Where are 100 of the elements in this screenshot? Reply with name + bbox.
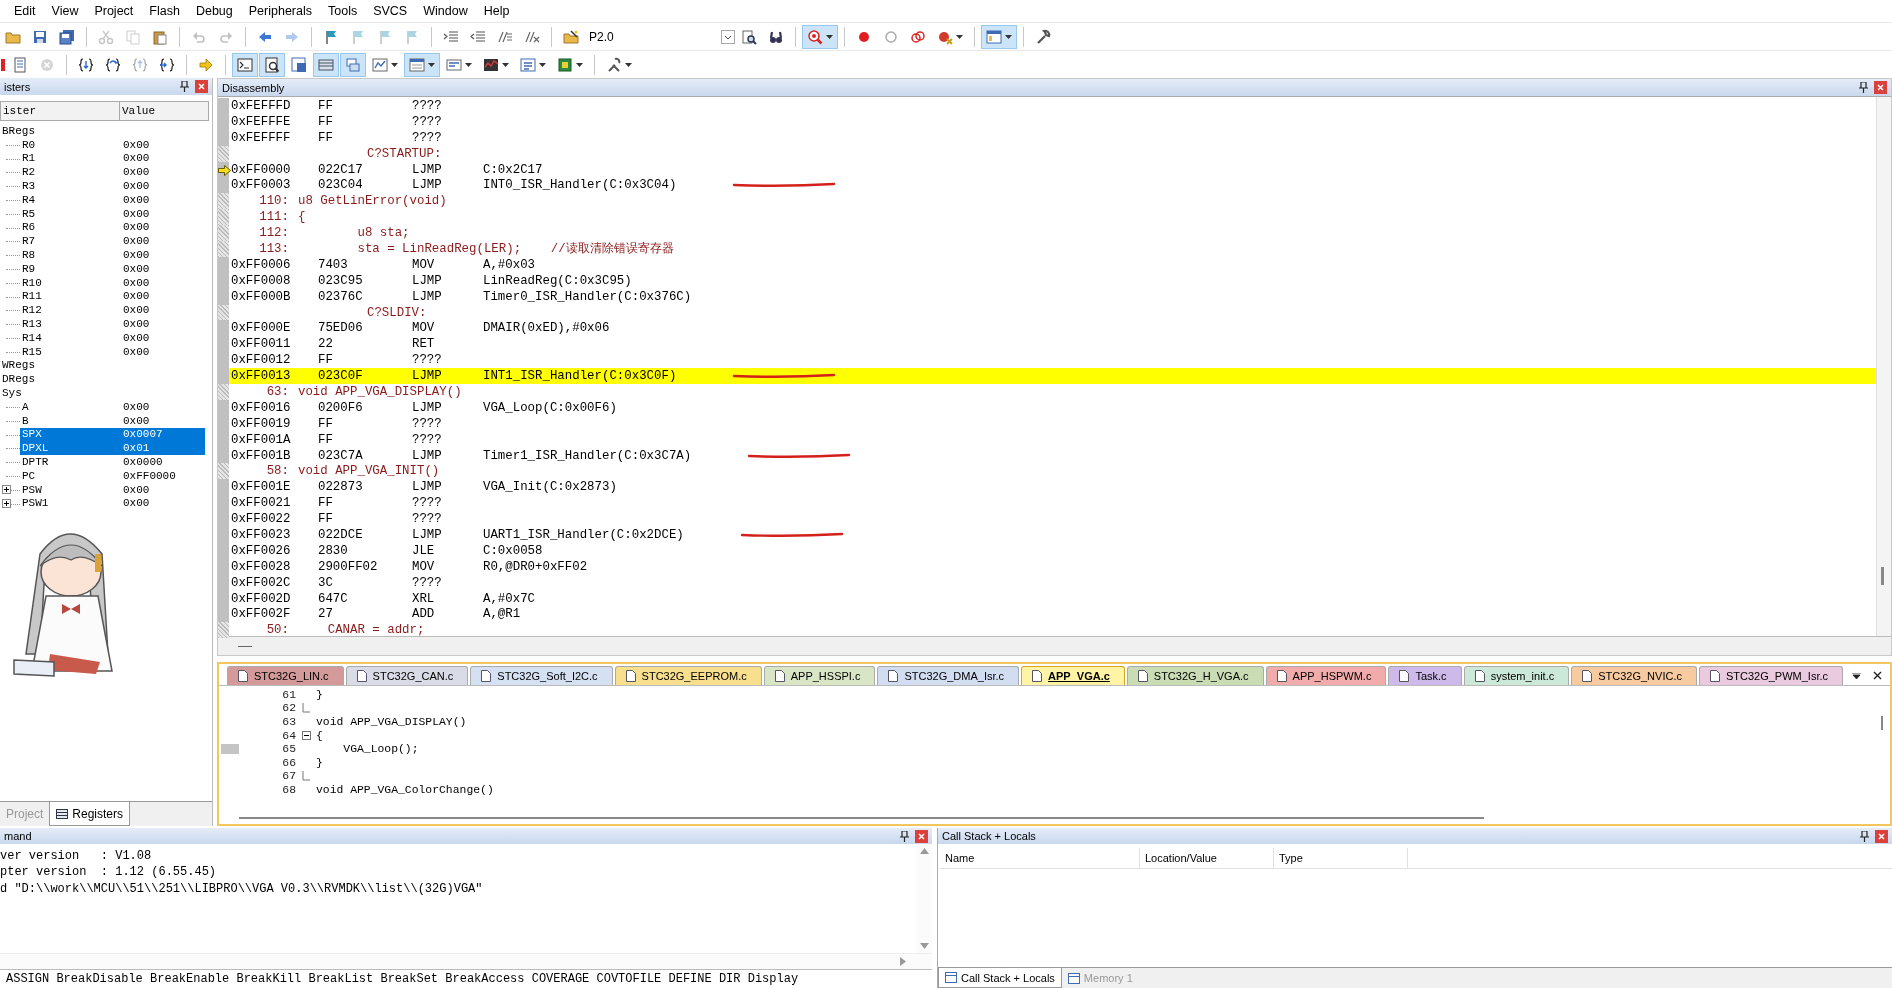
panel-title: Disassembly xyxy=(222,81,286,94)
terminal-icon xyxy=(237,56,253,73)
address: 0xFF0026 xyxy=(231,543,292,558)
grid-button[interactable] xyxy=(404,52,440,77)
register-group[interactable]: BRegs xyxy=(0,124,35,137)
register-value: 0x0000 xyxy=(123,456,163,468)
code-line: void APP_VGA_DISPLAY() xyxy=(316,716,467,728)
mnemonic: ???? xyxy=(412,114,443,129)
file-tab[interactable]: APP_VGA.c xyxy=(1021,666,1125,685)
horizontal-scrollbar[interactable] xyxy=(0,953,932,969)
register-value: 0x00 xyxy=(123,249,150,262)
file-tab[interactable]: APP_HSPWM.c xyxy=(1265,666,1387,685)
scroll-up-icon[interactable] xyxy=(919,848,929,854)
file-tab[interactable]: STC32G_NVIC.c xyxy=(1571,666,1697,685)
source-code: u8 sta; xyxy=(356,226,410,241)
run-arrow-icon xyxy=(198,56,214,73)
register-group[interactable]: Sys xyxy=(0,387,22,400)
dropdown-icon xyxy=(721,29,735,44)
window-icon xyxy=(986,28,1002,45)
expand-icon[interactable] xyxy=(2,498,11,508)
vertical-scrollbar[interactable] xyxy=(916,844,932,953)
address: 0xFF0028 xyxy=(231,559,292,574)
table-button[interactable] xyxy=(313,52,339,77)
register-name: R6 xyxy=(21,221,37,234)
caret-icon xyxy=(391,62,398,67)
save-all-icon xyxy=(59,28,75,45)
source-line-number: 58: xyxy=(265,464,289,479)
chart-icon xyxy=(372,56,388,73)
panel-tab[interactable]: Registers xyxy=(49,802,131,826)
register-group[interactable]: DRegs xyxy=(0,373,35,386)
highlighted-row[interactable]: 0xFF0013 023C0F LJMP INT1_ISR_Handler(C:0x3C0F) xyxy=(218,368,1876,385)
scroll-thumb[interactable] xyxy=(1881,567,1884,585)
grid-icon xyxy=(409,56,425,73)
mnemonic: XRL xyxy=(412,591,436,606)
column-header[interactable]: Type xyxy=(1274,848,1408,868)
pin-icon[interactable] xyxy=(1860,830,1869,842)
selected-row[interactable]: SPX 0x0007 xyxy=(20,427,205,442)
menu-item[interactable]: Peripherals xyxy=(240,4,320,18)
menu-item[interactable]: Project xyxy=(86,4,142,18)
operand: LinReadReg(C:0x3C95) xyxy=(483,273,632,288)
menu-item[interactable]: Help xyxy=(475,4,518,18)
selected-row[interactable]: DPXL 0x01 xyxy=(20,441,205,456)
register-group[interactable]: WRegs xyxy=(0,359,35,372)
vertical-scrollbar[interactable] xyxy=(1876,97,1891,636)
expand-icon[interactable] xyxy=(2,484,11,494)
flag-icon xyxy=(377,28,393,45)
register-value: 0x0007 xyxy=(123,428,163,441)
windows-icon xyxy=(345,56,361,73)
panel-tab[interactable]: Call Stack + Locals xyxy=(938,968,1062,988)
gutter-cell xyxy=(218,463,229,480)
code-line: } xyxy=(316,688,323,701)
file-tab[interactable]: APP_HSSPI.c xyxy=(763,666,876,685)
column-header[interactable]: Name xyxy=(940,848,1140,868)
page-magnifier-button[interactable] xyxy=(259,52,285,77)
scroll-thumb[interactable] xyxy=(239,817,1484,819)
tree-connector xyxy=(6,255,20,257)
register-name: R12 xyxy=(21,304,43,317)
scroll-right-icon[interactable] xyxy=(900,957,906,966)
operand: R0,@DR0+0xFF02 xyxy=(483,559,588,574)
dropdown-icon[interactable] xyxy=(1852,672,1861,679)
source-code: void APP_VGA_INIT() xyxy=(298,464,440,479)
file-tab[interactable]: STC32G_Soft_I2C.c xyxy=(470,666,613,685)
file-tab[interactable]: STC32G_LIN.c xyxy=(227,666,344,685)
scroll-down-icon[interactable] xyxy=(919,943,929,949)
target-select[interactable]: P2.0 xyxy=(585,26,735,47)
file-tab[interactable]: STC32G_CAN.c xyxy=(345,666,469,685)
menu-item[interactable]: Flash xyxy=(141,4,188,18)
address: 0xFF0016 xyxy=(231,400,292,415)
file-icon xyxy=(1137,670,1148,682)
tools-icon xyxy=(606,56,622,73)
magnifier-button[interactable] xyxy=(802,24,838,49)
pin-icon[interactable] xyxy=(180,81,189,92)
pin-icon[interactable] xyxy=(900,830,909,842)
list-icon xyxy=(446,56,462,73)
menu-item[interactable]: Tools xyxy=(320,4,366,18)
menu-item[interactable]: Edit xyxy=(6,4,44,18)
window-button[interactable] xyxy=(981,24,1017,49)
file-tab[interactable]: system_init.c xyxy=(1463,666,1570,685)
column-header[interactable]: Location/Value xyxy=(1140,848,1274,868)
menu-item[interactable]: Window xyxy=(415,4,476,18)
file-tab[interactable]: Task.c xyxy=(1388,666,1462,685)
file-tab[interactable]: STC32G_DMA_Isr.c xyxy=(877,666,1020,685)
menu-item[interactable]: Debug xyxy=(187,4,241,18)
close-icon[interactable] xyxy=(1873,671,1882,680)
table-icon xyxy=(56,808,69,819)
collapse-icon[interactable] xyxy=(301,731,311,741)
caret-icon xyxy=(502,62,509,67)
menu-item[interactable]: SVCS xyxy=(365,4,416,18)
file-tab[interactable]: STC32G_EEPROM.c xyxy=(614,666,762,685)
chip-icon xyxy=(557,56,573,73)
register-value: 0x00 xyxy=(123,166,150,179)
column-header[interactable]: ister xyxy=(1,102,120,120)
file-tab[interactable]: STC32G_H_VGA.c xyxy=(1126,666,1264,685)
menu-item[interactable]: View xyxy=(43,4,87,18)
column-header[interactable]: Value xyxy=(120,102,155,120)
pin-icon[interactable] xyxy=(1859,82,1868,93)
file-tab[interactable]: STC32G_PWM_Isr.c xyxy=(1698,666,1844,685)
windows-button[interactable] xyxy=(340,52,366,77)
tree-connector xyxy=(6,213,20,215)
scroll-thumb[interactable] xyxy=(1881,716,1883,730)
